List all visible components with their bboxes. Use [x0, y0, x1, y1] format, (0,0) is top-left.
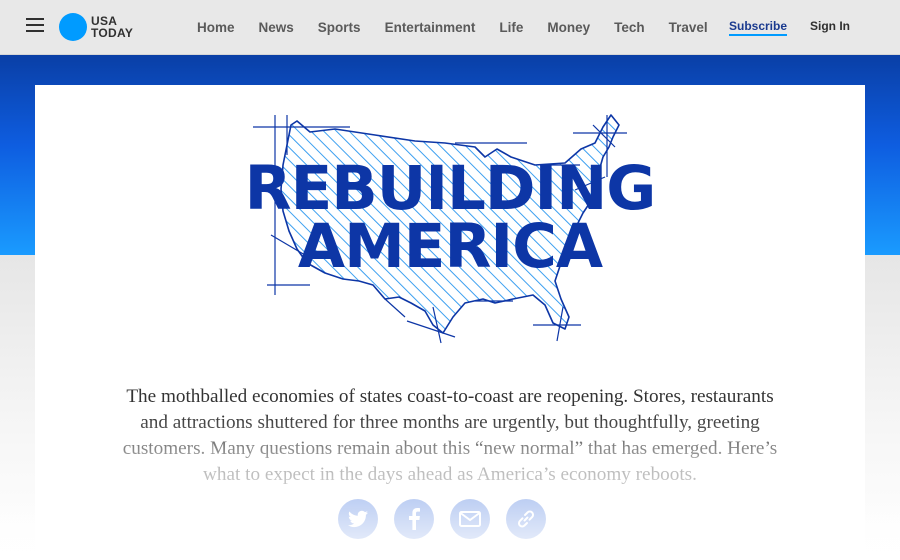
nav-item-travel[interactable]: Travel: [669, 20, 708, 35]
logo-circle-icon: [59, 13, 87, 41]
nav-item-sports[interactable]: Sports: [318, 20, 361, 35]
facebook-icon: [409, 508, 420, 530]
subscribe-link[interactable]: Subscribe: [729, 19, 788, 36]
nav-item-entertainment[interactable]: Entertainment: [385, 20, 476, 35]
twitter-icon: [348, 510, 368, 528]
hero-card: REBUILDING AMERICA The mothballed econom…: [35, 85, 865, 560]
top-navigation-bar: USA TODAY Home News Sports Entertainment…: [0, 0, 900, 55]
main-nav: Home News Sports Entertainment Life Mone…: [197, 0, 732, 54]
usa-today-logo[interactable]: USA TODAY: [59, 13, 133, 41]
nav-item-news[interactable]: News: [259, 20, 294, 35]
logo-text: USA TODAY: [91, 15, 133, 39]
nav-item-life[interactable]: Life: [499, 20, 523, 35]
logo-line-2: TODAY: [91, 26, 134, 40]
headline-line-1: REBUILDING: [244, 153, 657, 224]
page-title: REBUILDING AMERICA: [35, 153, 865, 282]
share-bar: [338, 499, 546, 539]
intro-paragraph: The mothballed economies of states coast…: [122, 386, 778, 486]
sign-in-link[interactable]: Sign In: [810, 19, 850, 33]
nav-item-tech[interactable]: Tech: [614, 20, 645, 35]
hamburger-menu-icon[interactable]: [26, 18, 44, 34]
nav-item-money[interactable]: Money: [547, 20, 590, 35]
facebook-share-button[interactable]: [394, 499, 434, 539]
email-icon: [459, 511, 481, 527]
link-icon: [517, 510, 535, 528]
nav-item-home[interactable]: Home: [197, 20, 235, 35]
email-share-button[interactable]: [450, 499, 490, 539]
copy-link-button[interactable]: [506, 499, 546, 539]
twitter-share-button[interactable]: [338, 499, 378, 539]
headline-line-2: AMERICA: [297, 211, 603, 282]
